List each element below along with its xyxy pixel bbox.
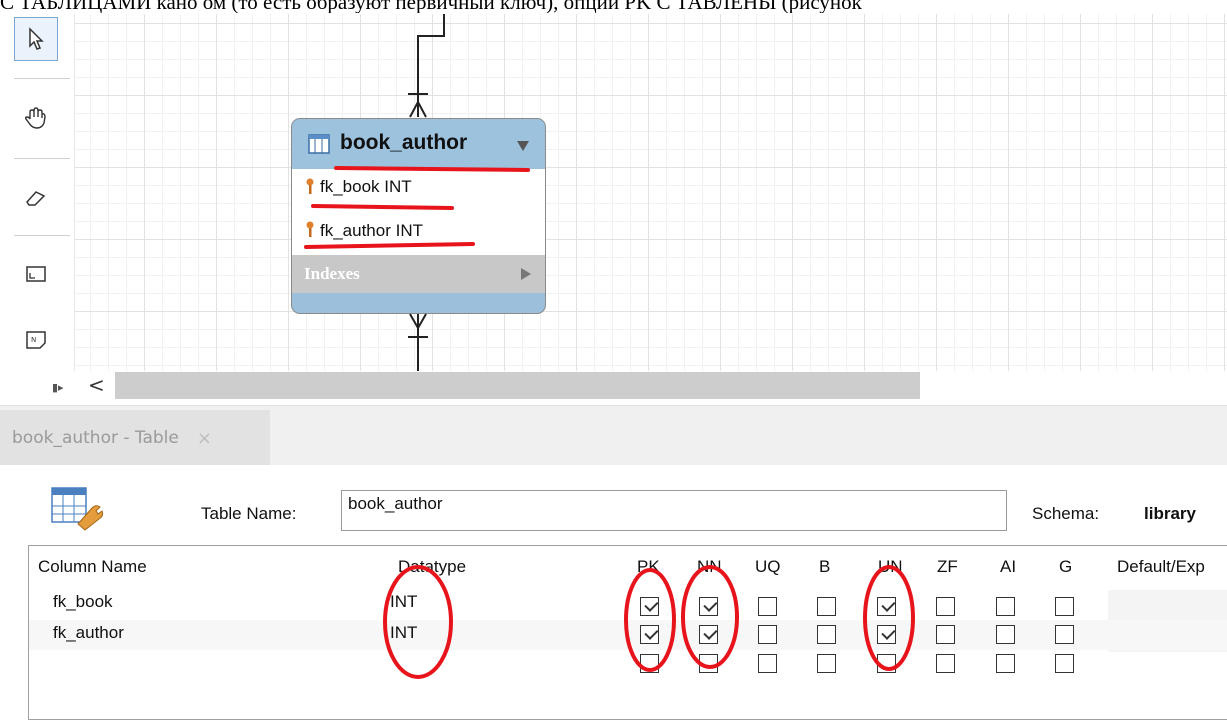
header-g[interactable]: G (1059, 557, 1072, 577)
scroll-left-arrow[interactable]: < (88, 373, 105, 397)
note-icon[interactable]: N (14, 318, 58, 362)
flag-checkbox[interactable] (1055, 654, 1074, 673)
eraser-icon[interactable] (14, 176, 58, 220)
table-row-selected-bg (29, 620, 1227, 650)
diagram-canvas[interactable] (75, 14, 1227, 371)
flag-checkbox[interactable] (877, 625, 896, 644)
flag-checkbox[interactable] (877, 597, 896, 616)
header-nn[interactable]: NN (697, 557, 722, 577)
table-wrench-icon (51, 487, 104, 531)
schema-label: Schema: (1032, 504, 1100, 523)
flag-checkbox[interactable] (640, 597, 659, 616)
palette-toggle-icon[interactable]: ▮▸ (52, 381, 64, 394)
header-datatype[interactable]: Datatype (398, 557, 466, 577)
header-ai[interactable]: AI (1000, 557, 1016, 577)
expand-arrow-icon (521, 268, 531, 280)
erd-table-header[interactable]: book_author (292, 119, 545, 169)
header-uq[interactable]: UQ (755, 557, 781, 577)
erd-indexes-section[interactable]: Indexes (292, 255, 545, 293)
indexes-label: Indexes (304, 264, 360, 283)
schema-value: library (1144, 504, 1196, 523)
svg-text:N: N (31, 336, 36, 344)
cell-datatype[interactable]: INT (390, 592, 417, 612)
flag-checkbox[interactable] (758, 654, 777, 673)
flag-checkbox[interactable] (877, 654, 896, 673)
flag-checkbox[interactable] (699, 625, 718, 644)
flag-checkbox[interactable] (936, 597, 955, 616)
header-column-name[interactable]: Column Name (38, 557, 147, 577)
flag-checkbox[interactable] (996, 654, 1015, 673)
header-un[interactable]: UN (878, 557, 903, 577)
header-default[interactable]: Default/Exp (1117, 557, 1205, 577)
pointer-icon[interactable] (14, 17, 58, 61)
cell-column-name[interactable]: fk_author (53, 623, 124, 643)
flag-checkbox[interactable] (996, 625, 1015, 644)
flag-checkbox[interactable] (817, 625, 836, 644)
flag-checkbox[interactable] (1055, 625, 1074, 644)
erd-column-fk-book[interactable]: fk_book INT (320, 177, 412, 197)
close-icon[interactable]: × (197, 428, 212, 449)
header-pk[interactable]: PK (637, 557, 660, 577)
layer-icon[interactable] (14, 252, 58, 296)
workbench-window: С ТАБЛИЦАМИ кано ом (то есть образуют пе… (0, 0, 1227, 720)
flag-checkbox[interactable] (996, 597, 1015, 616)
erd-table-book-author[interactable]: book_author fk_book INT fk_author INT In… (291, 118, 546, 314)
hand-icon[interactable] (14, 96, 58, 140)
flag-checkbox[interactable] (699, 597, 718, 616)
flag-checkbox[interactable] (817, 654, 836, 673)
key-icon (306, 178, 314, 194)
flag-checkbox[interactable] (640, 625, 659, 644)
flag-checkbox[interactable] (936, 654, 955, 673)
flag-checkbox[interactable] (699, 654, 718, 673)
flag-checkbox[interactable] (1055, 597, 1074, 616)
collapse-arrow-icon (517, 141, 529, 151)
flag-checkbox[interactable] (758, 625, 777, 644)
flag-checkbox[interactable] (758, 597, 777, 616)
header-b[interactable]: B (819, 557, 830, 577)
table-name-label: Table Name: (201, 504, 297, 523)
scrollbar-thumb[interactable] (115, 372, 920, 399)
erd-columns: fk_book INT fk_author INT (292, 169, 545, 255)
tool-palette: N (0, 14, 75, 371)
erd-table-title: book_author (340, 131, 468, 154)
tab-book-author-table[interactable]: book_author - Table × (0, 410, 270, 466)
erd-column-fk-author[interactable]: fk_author INT (320, 221, 423, 241)
table-icon (308, 134, 330, 154)
key-icon (306, 221, 314, 237)
flag-checkbox[interactable] (817, 597, 836, 616)
table-name-input[interactable]: book_author (341, 490, 1007, 531)
header-zf[interactable]: ZF (937, 557, 958, 577)
flag-checkbox[interactable] (640, 654, 659, 673)
flag-checkbox[interactable] (936, 625, 955, 644)
cell-datatype[interactable]: INT (390, 623, 417, 643)
document-text-line: С ТАБЛИЦАМИ кано ом (то есть образуют пе… (0, 0, 862, 13)
cell-column-name[interactable]: fk_book (53, 592, 113, 612)
tab-label: book_author - Table (12, 428, 179, 448)
